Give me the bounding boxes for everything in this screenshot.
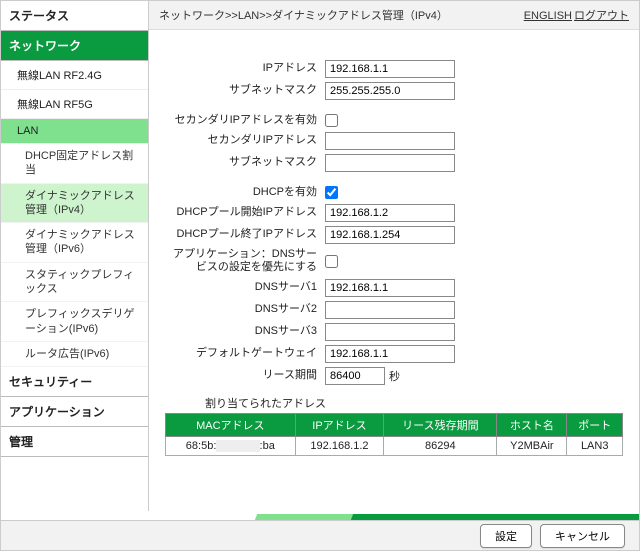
app-dns-label: アプリケーション：DNSサービスの設定を優先にする <box>165 248 325 276</box>
breadcrumb: ネットワーク>>LAN>>ダイナミックアドレス管理（IPv4） <box>159 7 448 23</box>
sidebar-group-application[interactable]: アプリケーション <box>1 397 148 427</box>
th-ip: IPアドレス <box>295 414 384 437</box>
ip-input[interactable] <box>325 60 455 78</box>
sidebar-item-wlan24[interactable]: 無線LAN RF2.4G <box>1 61 148 90</box>
lease-input[interactable] <box>325 367 385 385</box>
dns2-input[interactable] <box>325 301 455 319</box>
cancel-button[interactable]: キャンセル <box>540 524 625 548</box>
gw-input[interactable] <box>325 345 455 363</box>
dns1-input[interactable] <box>325 279 455 297</box>
table-row: 68:5b:xx:xx:xx:ba 192.168.1.2 86294 Y2MB… <box>166 437 623 456</box>
dns2-label: DNSサーバ2 <box>165 303 325 317</box>
english-link[interactable]: ENGLISH <box>524 10 572 22</box>
sidebar-item-lan[interactable]: LAN <box>1 119 148 144</box>
dhcp-enable-label: DHCPを有効 <box>165 186 325 200</box>
pool-start-input[interactable] <box>325 204 455 222</box>
cell-lease: 86294 <box>384 437 497 456</box>
cell-host: Y2MBAir <box>497 437 567 456</box>
footer: 設定 キャンセル <box>1 514 639 550</box>
content: IPアドレス サブネットマスク セカンダリIPアドレスを有効 セカンダリIPアド… <box>149 30 639 511</box>
cell-ip: 192.168.1.2 <box>295 437 384 456</box>
sidebar-group-network[interactable]: ネットワーク <box>1 31 148 61</box>
sidebar-item-wlan5[interactable]: 無線LAN RF5G <box>1 90 148 119</box>
app-dns-checkbox[interactable] <box>325 255 338 268</box>
cell-mac: 68:5b:xx:xx:xx:ba <box>166 437 296 456</box>
lease-label: リース期間 <box>165 369 325 383</box>
dns3-label: DNSサーバ3 <box>165 325 325 339</box>
dns3-input[interactable] <box>325 323 455 341</box>
sidebar-sub-dynaddr-ipv4[interactable]: ダイナミックアドレス管理（IPv4） <box>1 184 148 224</box>
sec-subnet-input[interactable] <box>325 154 455 172</box>
sidebar-group-security[interactable]: セキュリティー <box>1 367 148 397</box>
th-mac: MACアドレス <box>166 414 296 437</box>
dhcp-enable-checkbox[interactable] <box>325 186 338 199</box>
dns1-label: DNSサーバ1 <box>165 281 325 295</box>
sec-ip-input[interactable] <box>325 132 455 150</box>
sidebar-sub-router-adv[interactable]: ルータ広告(IPv6) <box>1 342 148 367</box>
ip-label: IPアドレス <box>165 62 325 76</box>
sec-ip-label: セカンダリIPアドレス <box>165 134 325 148</box>
cell-port: LAN3 <box>567 437 623 456</box>
gw-label: デフォルトゲートウェイ <box>165 347 325 361</box>
pool-end-input[interactable] <box>325 226 455 244</box>
apply-button[interactable]: 設定 <box>480 524 532 548</box>
pool-start-label: DHCPプール開始IPアドレス <box>165 206 325 220</box>
lease-unit: 秒 <box>389 368 400 384</box>
sidebar-sub-static-prefix[interactable]: スタティックプレフィックス <box>1 263 148 303</box>
sidebar-group-admin[interactable]: 管理 <box>1 427 148 457</box>
sec-enable-label: セカンダリIPアドレスを有効 <box>165 114 325 128</box>
sec-subnet-label: サブネットマスク <box>165 156 325 170</box>
assigned-title: 割り当てられたアドレス <box>205 395 623 411</box>
sidebar-sub-prefix-delegation[interactable]: プレフィックスデリゲーション(IPv6) <box>1 302 148 342</box>
subnet-label: サブネットマスク <box>165 84 325 98</box>
th-host: ホスト名 <box>497 414 567 437</box>
sec-enable-checkbox[interactable] <box>325 114 338 127</box>
pool-end-label: DHCPプール終了IPアドレス <box>165 228 325 242</box>
topbar: ネットワーク>>LAN>>ダイナミックアドレス管理（IPv4） ENGLISHロ… <box>149 1 639 30</box>
sidebar: ステータス ネットワーク 無線LAN RF2.4G 無線LAN RF5G LAN… <box>1 1 149 511</box>
th-port: ポート <box>567 414 623 437</box>
sidebar-sub-dynaddr-ipv6[interactable]: ダイナミックアドレス管理（IPv6） <box>1 223 148 263</box>
sidebar-sub-dhcp-fixed[interactable]: DHCP固定アドレス割当 <box>1 144 148 184</box>
main-panel: ネットワーク>>LAN>>ダイナミックアドレス管理（IPv4） ENGLISHロ… <box>149 1 639 511</box>
sidebar-group-status[interactable]: ステータス <box>1 1 148 31</box>
th-lease: リース残存期間 <box>384 414 497 437</box>
subnet-input[interactable] <box>325 82 455 100</box>
logout-link[interactable]: ログアウト <box>574 10 629 22</box>
assigned-table: MACアドレス IPアドレス リース残存期間 ホスト名 ポート 68:5b:xx… <box>165 413 623 456</box>
